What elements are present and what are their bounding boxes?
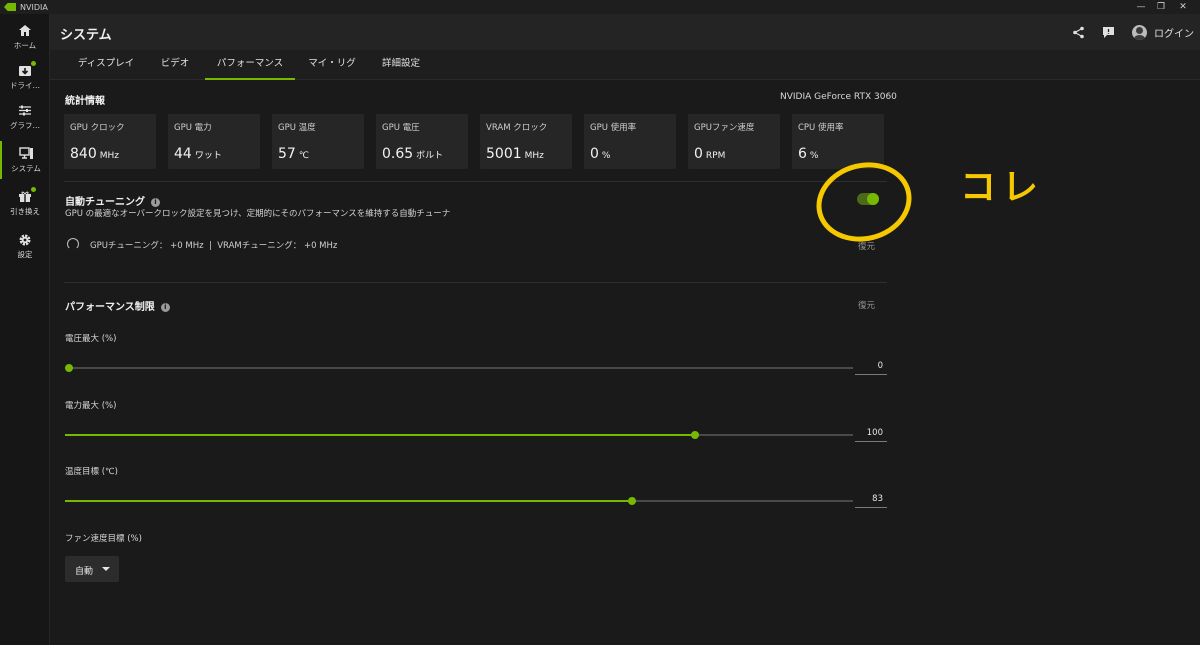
autotune-description: GPU の最適なオーバークロック設定を見つけ、定期的にそのパフォーマンスを維持す… [65, 209, 451, 219]
tab-performance[interactable]: パフォーマンス [205, 50, 295, 80]
sidebar-item-label: 引き換え [10, 206, 40, 216]
stat-card-gpu-power: GPU 電力 44 ワット [168, 114, 260, 169]
avatar[interactable] [1132, 25, 1147, 40]
nvidia-logo-icon [4, 3, 16, 11]
stat-label: CPU 使用率 [798, 123, 844, 133]
sliders-icon [17, 104, 33, 118]
power-max-slider[interactable] [65, 431, 853, 439]
stat-card-gpu-usage: GPU 使用率 0% [584, 114, 676, 169]
restore-button[interactable]: ❐ [1152, 0, 1170, 14]
stat-value: 0% [590, 146, 611, 162]
slider-thumb[interactable] [691, 431, 700, 439]
close-button[interactable]: ✕ [1174, 0, 1192, 14]
slider-fill [65, 434, 696, 436]
stat-value: 44 ワット [174, 146, 222, 162]
sidebar-item-drivers[interactable]: ドライ… [0, 58, 50, 96]
app-name: NVIDIA [20, 2, 48, 12]
stat-card-vram-clock: VRAM クロック 5001 MHz [480, 114, 572, 169]
stat-label: GPU 電圧 [382, 123, 420, 133]
login-button[interactable]: ログイン [1154, 25, 1194, 40]
stats-title: 統計情報 [65, 96, 105, 107]
sidebar-item-system[interactable]: システム [0, 141, 50, 179]
temp-target-label: 温度目標 (℃) [65, 467, 118, 477]
stat-label: GPUファン速度 [694, 123, 755, 133]
tab-bar: ディスプレイ ビデオ パフォーマンス マイ・リグ 詳細設定 [50, 50, 1200, 80]
limits-title: パフォーマンス制限 i [65, 298, 170, 313]
stat-card-gpu-fan: GPUファン速度 0 RPM [688, 114, 780, 169]
stat-value: 57 ℃ [278, 146, 309, 162]
fan-target-dropdown[interactable]: 自動 [65, 556, 119, 582]
tab-video[interactable]: ビデオ [150, 50, 200, 80]
feedback-icon[interactable] [1100, 24, 1116, 40]
stat-label: GPU 使用率 [590, 123, 637, 133]
gift-icon [17, 186, 36, 204]
annotation-text: コレ [960, 167, 1045, 208]
stat-value: 840 MHz [70, 146, 119, 162]
fan-target-label: ファン速度目標 (%) [65, 534, 142, 544]
sidebar-item-label: ドライ… [10, 80, 40, 90]
power-max-label: 電力最大 (%) [65, 401, 117, 411]
autotune-status: GPUチューニング： +0 MHz | VRAMチューニング： +0 MHz [90, 241, 338, 251]
notification-dot [31, 186, 36, 192]
tab-my-rig[interactable]: マイ・リグ [302, 50, 362, 80]
stat-label: GPU 電力 [174, 123, 212, 133]
voltage-max-value[interactable]: 0 [855, 361, 887, 375]
info-icon[interactable]: i [151, 198, 160, 207]
slider-thumb[interactable] [627, 497, 636, 505]
stat-value: 0.65 ボルト [382, 146, 444, 162]
slider-fill [65, 500, 632, 502]
page-title: システム [60, 28, 112, 43]
stat-card-gpu-voltage: GPU 電圧 0.65 ボルト [376, 114, 468, 169]
autotune-title: 自動チューニング i [65, 193, 160, 208]
stat-value: 6% [798, 146, 819, 162]
app-window: NVIDIA — ❐ ✕ ホーム ドライ… グラフ… システム 引き換え 設定 … [0, 0, 1200, 645]
speedometer-icon [67, 238, 79, 250]
share-icon[interactable] [1070, 24, 1086, 40]
limits-restore-button[interactable]: 復元 [858, 299, 875, 311]
sidebar-item-home[interactable]: ホーム [0, 18, 50, 56]
sidebar-item-label: ホーム [13, 40, 37, 50]
sidebar-item-graphics[interactable]: グラフ… [0, 98, 50, 136]
sidebar-item-settings[interactable]: 設定 [0, 227, 50, 265]
dropdown-value: 自動 [75, 567, 94, 577]
stat-label: VRAM クロック [486, 123, 548, 133]
stat-label: GPU 温度 [278, 123, 316, 133]
home-icon [17, 24, 33, 38]
page-header: システム ログイン [50, 14, 1200, 50]
stat-label: GPU クロック [70, 123, 125, 133]
info-icon[interactable]: i [160, 303, 170, 312]
autotune-restore-button[interactable]: 復元 [858, 240, 875, 252]
gear-icon [17, 233, 33, 247]
tab-display[interactable]: ディスプレイ [68, 50, 144, 80]
tab-advanced-settings[interactable]: 詳細設定 [373, 50, 429, 80]
download-icon [17, 60, 36, 78]
divider [64, 282, 887, 283]
title-bar: NVIDIA — ❐ ✕ [0, 0, 1200, 14]
slider-thumb[interactable] [65, 364, 73, 372]
notification-dot [31, 60, 36, 66]
stat-card-gpu-clock: GPU クロック 840 MHz [64, 114, 156, 169]
minimize-button[interactable]: — [1132, 0, 1150, 14]
sidebar-item-label: グラフ… [10, 120, 40, 130]
sidebar-item-label: システム [11, 163, 41, 173]
power-max-value[interactable]: 100 [855, 428, 887, 442]
sidebar-item-redeem[interactable]: 引き換え [0, 184, 50, 222]
voltage-max-label: 電圧最大 (%) [65, 334, 117, 344]
temp-target-value[interactable]: 83 [855, 494, 887, 508]
voltage-max-slider[interactable] [65, 364, 853, 372]
temp-target-slider[interactable] [65, 497, 853, 505]
stat-value: 5001 MHz [486, 146, 544, 162]
stat-value: 0 RPM [694, 146, 726, 162]
stat-card-gpu-temp: GPU 温度 57 ℃ [272, 114, 364, 169]
chevron-down-icon [102, 567, 110, 571]
gpu-name: NVIDIA GeForce RTX 3060 [780, 92, 897, 102]
sidebar: ホーム ドライ… グラフ… システム 引き換え 設定 [0, 14, 50, 645]
divider [64, 181, 887, 182]
stat-card-cpu-usage: CPU 使用率 6% [792, 114, 884, 169]
monitor-icon [18, 147, 34, 161]
sidebar-item-label: 設定 [17, 249, 33, 259]
